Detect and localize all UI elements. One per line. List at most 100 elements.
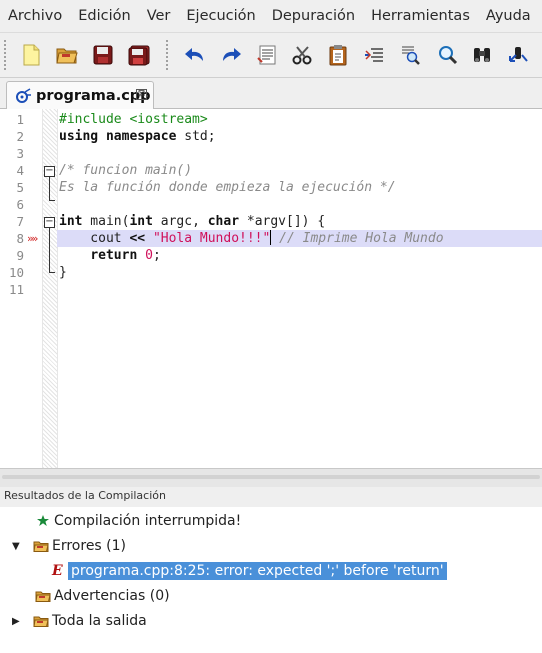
open-folder-icon — [56, 48, 78, 64]
errors-label: Errores (1) — [52, 538, 127, 554]
undo-icon — [185, 48, 203, 61]
breakpoint-marker[interactable]: »» — [27, 230, 38, 247]
keyword: return — [90, 248, 138, 263]
expanded-arrow-icon[interactable]: ▼ — [12, 541, 28, 552]
code-text: std; — [176, 129, 216, 144]
fold-toggle-icon[interactable]: − — [44, 217, 55, 228]
menu-ejecucion[interactable]: Ejecución — [178, 0, 263, 32]
comment: // Imprime Hola Mundo — [271, 231, 444, 246]
code-text: cout — [59, 231, 130, 246]
tree-item-status[interactable]: Compilación interrumpida! — [34, 509, 241, 533]
line-number: 10 — [8, 265, 24, 280]
compilation-results-tree[interactable]: Compilación interrumpida! ▼ Errores (1) … — [0, 507, 542, 653]
line-number: 5 — [16, 180, 24, 195]
code-text: main( — [82, 214, 130, 229]
code-line-8-highlighted: cout << "Hola Mundo!!!" // Imprime Hola … — [57, 230, 542, 247]
close-icon[interactable]: ⊠ — [136, 89, 147, 100]
line-number: 1 — [16, 112, 24, 127]
star-icon — [34, 513, 52, 529]
code-line-10: } — [57, 264, 542, 281]
line-number: 2 — [16, 129, 24, 144]
keyword: char — [207, 214, 240, 229]
menu-herramientas[interactable]: Herramientas — [363, 0, 478, 32]
keyword: int — [129, 214, 153, 229]
code-text: ; — [152, 248, 161, 263]
toolbar-grip[interactable] — [3, 39, 7, 71]
save-disk-icon — [93, 45, 113, 65]
save-all-button[interactable] — [124, 40, 154, 70]
folder-icon — [34, 588, 52, 604]
menu-depuracion[interactable]: Depuración — [264, 0, 363, 32]
code-line-7: int main(int argc, char *argv[]) { — [57, 213, 542, 230]
keyword: using — [59, 129, 99, 144]
fold-guide-end — [49, 200, 55, 201]
fold-guide-end — [49, 272, 55, 273]
find-button[interactable] — [432, 40, 462, 70]
menu-ayuda[interactable]: Ayuda — [478, 0, 539, 32]
menu-bar: Archivo Edición Ver Ejecución Depuración… — [0, 0, 542, 32]
tab-programa-cpp[interactable]: programa.cpp ⊠ — [6, 81, 154, 109]
line-number: 8 — [16, 231, 24, 246]
code-line-5: Es la función donde empieza la ejecución… — [57, 179, 542, 196]
open-file-button[interactable] — [52, 40, 82, 70]
new-file-button[interactable] — [16, 40, 46, 70]
code-text-area[interactable]: #include <iostream> using namespace std;… — [57, 109, 542, 468]
folder-icon — [32, 538, 50, 554]
menu-archivo[interactable]: Archivo — [0, 0, 70, 32]
fold-toggle-icon[interactable]: − — [44, 166, 55, 177]
paste-button[interactable] — [323, 40, 353, 70]
binoculars-button[interactable] — [467, 40, 497, 70]
line-number: 9 — [16, 248, 24, 263]
keyword: int — [59, 214, 83, 229]
code-line-9: return 0; — [57, 247, 542, 264]
folder-icon — [32, 613, 50, 629]
line-number: 6 — [16, 197, 24, 212]
replace-icon — [509, 47, 528, 62]
code-text: } — [59, 265, 67, 280]
find-in-files-icon — [402, 46, 420, 65]
menu-ver[interactable]: Ver — [139, 0, 179, 32]
string-literal: "Hola Mundo!!!" — [152, 231, 271, 246]
status-text: Compilación interrumpida! — [54, 513, 242, 529]
code-line-4: /* funcion main() — [57, 162, 542, 179]
comment-button[interactable] — [359, 40, 389, 70]
find-list-button[interactable] — [395, 40, 425, 70]
tree-item-error-detail[interactable]: E programa.cpp:8:25: error: expected ';'… — [52, 559, 447, 583]
code-line-1: #include <iostream> — [57, 111, 542, 128]
toolbar-grip-2[interactable] — [165, 39, 169, 71]
redo-icon — [223, 48, 241, 61]
save-button[interactable] — [88, 40, 118, 70]
operator: << — [129, 231, 146, 246]
binoculars-icon — [474, 48, 490, 62]
undo-button[interactable] — [180, 40, 210, 70]
fold-margin — [42, 109, 58, 468]
collapsed-arrow-icon[interactable]: ▶ — [12, 616, 28, 627]
panel-splitter[interactable] — [0, 468, 542, 488]
redo-button[interactable] — [216, 40, 246, 70]
list-icon — [257, 45, 276, 65]
new-file-icon — [23, 44, 40, 66]
code-text: argc, — [152, 214, 208, 229]
magnifier-icon — [439, 46, 458, 65]
menu-edicion[interactable]: Edición — [70, 0, 138, 32]
replace-button[interactable] — [503, 40, 533, 70]
tree-item-errors[interactable]: ▼ Errores (1) — [12, 534, 126, 558]
code-editor[interactable]: 1 2 3 4 5 6 7 8 9 10 11 »» − − #include … — [0, 109, 542, 468]
code-line-2: using namespace std; — [57, 128, 542, 145]
keyword: namespace — [105, 129, 177, 144]
splitter-handle[interactable] — [2, 475, 540, 479]
tree-item-all-output[interactable]: ▶ Toda la salida — [12, 609, 147, 633]
cut-button[interactable] — [287, 40, 317, 70]
tree-item-warnings[interactable]: Advertencias (0) — [34, 584, 170, 608]
fold-guide — [49, 177, 50, 200]
fold-guide — [49, 228, 50, 272]
scissors-icon — [292, 46, 312, 65]
cpp-file-icon — [16, 87, 31, 103]
number-literal: 0 — [145, 248, 153, 263]
comment: Es la función donde empieza la ejecución… — [59, 180, 396, 195]
editor-tab-bar: programa.cpp ⊠ — [0, 78, 542, 109]
list-button[interactable] — [252, 40, 282, 70]
save-all-icon — [128, 45, 150, 66]
warnings-label: Advertencias (0) — [54, 588, 170, 604]
